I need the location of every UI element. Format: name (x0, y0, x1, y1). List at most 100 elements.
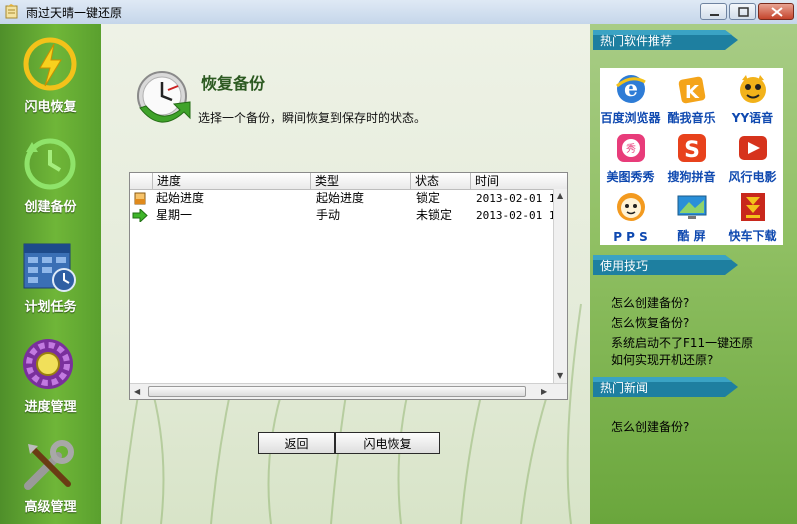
tip-link[interactable]: 系统启动不了F11一键还原 (611, 334, 753, 351)
sogou-s-icon: S (678, 134, 706, 163)
app-pps[interactable]: P P S (600, 186, 661, 245)
close-icon (771, 7, 783, 17)
app-meitu[interactable]: 秀 美图秀秀 (600, 127, 661, 186)
title-bar: 雨过天晴一键还原 (0, 0, 797, 25)
lightning-icon (23, 37, 77, 91)
sidebar-item-label: 创建备份 (24, 200, 77, 215)
page-description: 选择一个备份，瞬间恢复到保存时的状态。 (198, 111, 427, 125)
sidebar-item-label: 高级管理 (24, 500, 77, 515)
sidebar-item-progress-management[interactable]: 进度管理 (0, 324, 101, 424)
page-title: 恢复备份 (201, 74, 266, 93)
section-header-hot-software: 热门软件推荐 (593, 30, 738, 50)
restore-clock-icon (137, 71, 191, 123)
app-kuwo-music[interactable]: K 酷我音乐 (661, 68, 722, 127)
row-time: 2013-02-01 14:3 (476, 192, 553, 205)
vertical-scrollbar[interactable]: ▲ ▼ (553, 189, 567, 383)
maximize-button[interactable] (729, 3, 756, 20)
main-panel: 恢复备份 选择一个备份，瞬间恢复到保存时的状态。 进度 类型 状态 时间 起始进… (101, 24, 590, 524)
svg-text:秀: 秀 (626, 143, 636, 155)
list-header: 进度 类型 状态 时间 (130, 173, 567, 190)
tip-link[interactable]: 怎么恢复备份? (611, 314, 689, 331)
sidebar-item-flash-restore[interactable]: 闪电恢复 (0, 24, 101, 124)
sidebar-item-label: 闪电恢复 (24, 100, 77, 115)
download-arrow-icon (741, 193, 765, 221)
minimize-icon (710, 14, 719, 16)
music-k-icon: K (678, 76, 706, 104)
section-title: 热门新闻 (600, 381, 649, 395)
horizontal-scrollbar[interactable]: ◀ ▶ (130, 383, 567, 399)
sidebar-item-label: 进度管理 (24, 400, 77, 415)
gear-progress-icon (23, 339, 73, 389)
browser-e-icon: e (616, 75, 646, 103)
window-title: 雨过天晴一键还原 (26, 6, 123, 20)
app-funshion[interactable]: 风行电影 (722, 127, 783, 186)
flash-restore-button[interactable]: 闪电恢复 (335, 432, 440, 454)
tip-link[interactable]: 如何实现开机还原? (611, 351, 713, 368)
minimize-button[interactable] (700, 3, 727, 20)
svg-text:S: S (684, 138, 700, 163)
app-icon (5, 4, 19, 19)
pps-face-icon (617, 193, 645, 221)
green-arrow-icon (132, 209, 148, 222)
back-button[interactable]: 返回 (258, 432, 335, 454)
row-status: 锁定 (416, 191, 441, 205)
app-label: 酷我音乐 (667, 111, 716, 125)
app-label: 快车下载 (728, 229, 777, 243)
app-label: 美图秀秀 (606, 170, 655, 184)
tip-link[interactable]: 怎么创建备份? (611, 294, 689, 311)
row-name: 起始进度 (156, 191, 205, 205)
row-status: 未锁定 (416, 208, 453, 222)
app-label: P P S (613, 230, 648, 244)
table-row[interactable]: 起始进度 起始进度 锁定 2013-02-01 14:3 (130, 190, 567, 207)
locked-progress-icon (134, 192, 146, 205)
sidebar: 闪电恢复 创建备份 计划任务 进度管理 高级管理 (0, 24, 102, 524)
meitu-icon: 秀 (617, 134, 645, 162)
horizontal-scroll-thumb[interactable] (148, 386, 526, 397)
column-header-time[interactable]: 时间 (470, 173, 567, 189)
row-type: 起始进度 (316, 191, 365, 205)
app-label: 酷 屏 (677, 229, 706, 243)
calendar-task-icon (23, 243, 76, 292)
sidebar-item-advanced-management[interactable]: 高级管理 (0, 424, 101, 524)
app-kuping[interactable]: 酷 屏 (661, 186, 722, 245)
sidebar-item-create-backup[interactable]: 创建备份 (0, 124, 101, 224)
app-yy-voice[interactable]: YY语音 (722, 68, 783, 127)
row-time: 2013-02-01 14:4 (476, 209, 553, 222)
scroll-down-icon[interactable]: ▼ (557, 371, 563, 380)
tools-icon (24, 440, 74, 490)
film-play-icon (739, 136, 767, 160)
yy-voice-icon (740, 75, 766, 103)
app-label: YY语音 (731, 111, 774, 125)
app-flashget[interactable]: 快车下载 (722, 186, 783, 245)
app-label: 百度浏览器 (600, 111, 661, 125)
row-type: 手动 (316, 208, 341, 222)
app-label: 搜狗拼音 (667, 170, 716, 184)
scroll-left-icon[interactable]: ◀ (134, 387, 140, 396)
section-title: 热门软件推荐 (600, 34, 673, 48)
app-label: 风行电影 (728, 170, 777, 184)
news-link[interactable]: 怎么创建备份? (611, 418, 689, 435)
scroll-up-icon[interactable]: ▲ (557, 191, 563, 200)
maximize-icon (738, 7, 749, 17)
column-header-icon[interactable] (130, 173, 152, 189)
column-header-type[interactable]: 类型 (310, 173, 410, 189)
sidebar-item-scheduled-task[interactable]: 计划任务 (0, 224, 101, 324)
column-header-progress[interactable]: 进度 (152, 173, 310, 189)
hot-software-grid: e 百度浏览器 K 酷我音乐 YY语音 秀 美图秀秀 S 搜狗拼音 风行电影 P… (600, 68, 783, 245)
section-header-news: 热门新闻 (593, 377, 738, 397)
app-baidu-browser[interactable]: e 百度浏览器 (600, 68, 661, 127)
sidebar-item-label: 计划任务 (24, 300, 77, 315)
section-header-tips: 使用技巧 (593, 255, 738, 275)
scroll-right-icon[interactable]: ▶ (541, 387, 547, 396)
backup-clock-icon (24, 138, 76, 190)
backup-list[interactable]: 进度 类型 状态 时间 起始进度 起始进度 锁定 2013-02-01 14:3… (129, 172, 568, 400)
row-name: 星期一 (156, 208, 193, 222)
table-row[interactable]: 星期一 手动 未锁定 2013-02-01 14:4 (130, 207, 567, 224)
app-sogou-pinyin[interactable]: S 搜狗拼音 (661, 127, 722, 186)
svg-text:K: K (685, 82, 700, 103)
right-pane: 热门软件推荐 e 百度浏览器 K 酷我音乐 YY语音 秀 美图秀秀 S 搜狗拼音… (590, 24, 797, 524)
column-header-status[interactable]: 状态 (410, 173, 470, 189)
section-title: 使用技巧 (600, 259, 649, 273)
close-button[interactable] (758, 3, 794, 20)
screen-icon (677, 195, 707, 219)
